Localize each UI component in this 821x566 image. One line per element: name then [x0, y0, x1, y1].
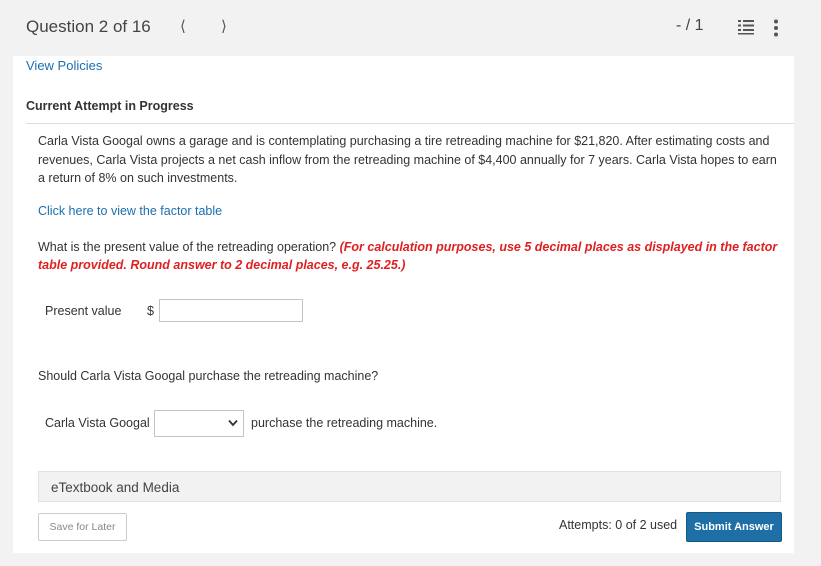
etextbook-label: eTextbook and Media: [51, 480, 180, 495]
more-vertical-icon[interactable]: [773, 19, 779, 37]
decision-dropdown[interactable]: [154, 410, 244, 437]
score-display: - / 1: [676, 17, 704, 34]
attempt-heading: Current Attempt in Progress: [26, 99, 194, 113]
submit-answer-button[interactable]: Submit Answer: [686, 512, 782, 542]
question-header: Question 2 of 16 ⟨ ⟩ - / 1: [0, 0, 821, 56]
view-policies-link[interactable]: View Policies: [26, 58, 102, 73]
divider: [26, 123, 794, 124]
etextbook-media-toggle[interactable]: eTextbook and Media: [38, 471, 781, 502]
list-icon[interactable]: [738, 19, 754, 35]
question-1-text: What is the present value of the retread…: [38, 240, 337, 254]
decision-prefix: Carla Vista Googal: [45, 416, 150, 430]
problem-text: Carla Vista Googal owns a garage and is …: [38, 134, 777, 185]
attempts-counter: Attempts: 0 of 2 used: [559, 518, 678, 532]
present-value-input[interactable]: [159, 299, 303, 322]
present-value-label: Present value: [45, 304, 122, 318]
factor-table-link[interactable]: Click here to view the factor table: [38, 204, 222, 218]
question-panel: View Policies Current Attempt in Progres…: [13, 56, 794, 553]
chevron-left-icon[interactable]: ⟨: [180, 17, 186, 35]
decision-suffix: purchase the retreading machine.: [251, 416, 438, 430]
question-1: What is the present value of the retread…: [38, 238, 783, 274]
currency-symbol: $: [147, 304, 154, 318]
chevron-down-icon: [228, 419, 238, 427]
question-2-text: Should Carla Vista Googal purchase the r…: [38, 369, 379, 383]
chevron-right-icon[interactable]: ⟩: [221, 17, 227, 35]
save-for-later-button[interactable]: Save for Later: [38, 513, 127, 541]
question-counter: Question 2 of 16: [26, 17, 151, 36]
